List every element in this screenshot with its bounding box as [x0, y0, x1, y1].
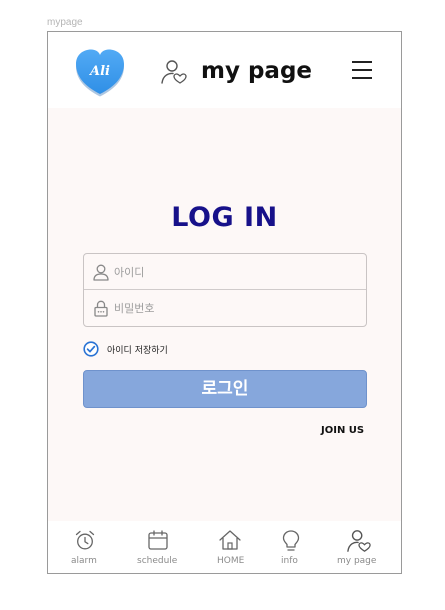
save-id-label: 아이디 저장하기 [107, 346, 168, 356]
tab-label-alarm: alarm [71, 556, 97, 566]
tab-home[interactable]: HOME [210, 521, 250, 573]
id-field [84, 254, 366, 290]
password-input[interactable] [114, 296, 354, 320]
login-button[interactable]: 로그인 [83, 370, 367, 408]
logo-text: Ali [88, 64, 110, 79]
user-icon [93, 264, 109, 281]
login-form [83, 253, 367, 327]
tab-label-schedule: schedule [137, 556, 178, 566]
tab-info[interactable]: info [276, 521, 306, 573]
alarm-clock-icon [75, 530, 95, 550]
calendar-icon [148, 530, 168, 550]
tab-label-my-page: my page [337, 556, 377, 566]
lightbulb-icon [282, 530, 300, 551]
tab-alarm[interactable]: alarm [60, 521, 110, 573]
header: Ali my page [48, 32, 401, 108]
id-input[interactable] [114, 260, 354, 284]
password-field [84, 290, 366, 326]
user-heart-icon [161, 60, 187, 84]
join-us-link[interactable]: JOIN US [321, 425, 364, 436]
login-title: LOG IN [171, 202, 278, 233]
hamburger-menu-icon[interactable] [352, 61, 372, 79]
home-icon [219, 530, 241, 550]
check-circle-icon[interactable] [83, 341, 99, 357]
tab-my-page[interactable]: my page [336, 521, 382, 573]
page-title: my page [201, 58, 313, 84]
user-heart-icon [347, 530, 371, 552]
heart-logo-icon[interactable]: Ali [75, 49, 125, 97]
lock-icon [94, 300, 108, 317]
tab-label-info: info [281, 556, 298, 566]
frame-label: mypage [47, 17, 83, 28]
phone-screen: Ali my page LOG IN 아이디 아이디 저장하기 로그인 JOIN… [47, 31, 402, 574]
bottom-tab-bar: alarm schedule HOME info my page [48, 521, 401, 573]
tab-schedule[interactable]: schedule [132, 521, 184, 573]
tab-label-home: HOME [217, 556, 245, 566]
